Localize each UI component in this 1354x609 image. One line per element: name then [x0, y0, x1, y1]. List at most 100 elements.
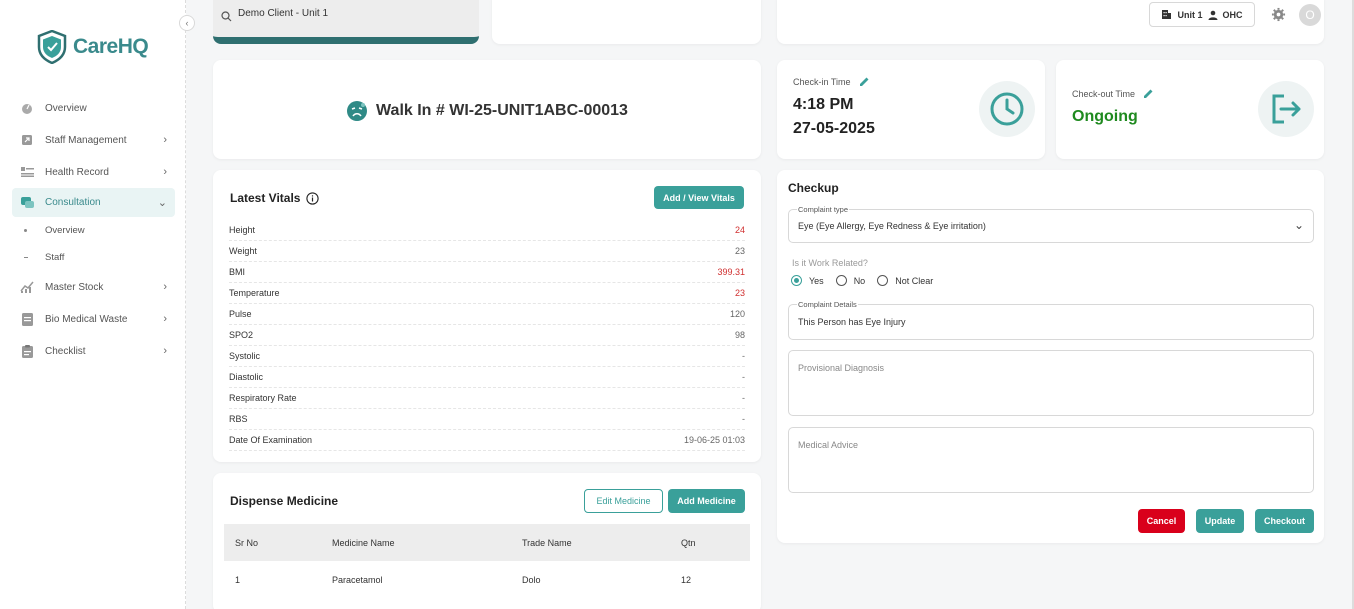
vital-value: 24 [734, 225, 745, 235]
vitals-title: Latest Vitals [230, 191, 320, 205]
sidebar-item-bio-medical-waste[interactable]: Bio Medical Waste › [12, 303, 175, 335]
checkin-card: Check-in Time 4:18 PM 27-05-2025 [777, 60, 1045, 159]
col-header-qty: Qtn [681, 538, 696, 548]
medicine-card: Dispense Medicine Edit Medicine Add Medi… [213, 473, 761, 609]
col-header-medicine: Medicine Name [332, 538, 395, 548]
vital-row: Height 24 [229, 220, 745, 241]
sidebar-collapse-button[interactable]: ‹ [179, 15, 195, 31]
shield-logo-icon [37, 30, 67, 64]
checkup-title: Checkup [788, 181, 839, 195]
settings-gear-icon[interactable] [1271, 7, 1286, 27]
unit-role-selector[interactable]: Unit 1 OHC [1149, 2, 1255, 27]
vital-label: RBS [229, 414, 248, 424]
cancel-button[interactable]: Cancel [1138, 509, 1185, 533]
radio-no-label: No [853, 275, 866, 286]
vital-value: 399.31 [717, 267, 745, 277]
edit-medicine-button[interactable]: Edit Medicine [584, 489, 663, 513]
col-header-trade: Trade Name [522, 538, 572, 548]
table-row: 1 Paracetamol Dolo 12 [224, 561, 750, 598]
vitals-card: Latest Vitals Add / View Vitals Height 24… [213, 170, 761, 462]
role-label: OHC [1222, 9, 1243, 20]
checkin-label-text: Check-in Time [793, 76, 851, 87]
radio-yes[interactable]: Yes [791, 275, 824, 286]
complaint-details-value: This Person has Eye Injury [798, 317, 906, 327]
checkup-card: Checkup Complaint type Eye (Eye Allergy,… [777, 170, 1324, 543]
radio-yes-label: Yes [809, 275, 824, 286]
provisional-diagnosis-placeholder: Provisional Diagnosis [798, 363, 885, 373]
unit-label: Unit 1 [1177, 9, 1203, 20]
exit-icon-circle [1258, 81, 1314, 137]
client-selector[interactable]: Demo Client - Unit 1 [213, 0, 479, 44]
radio-not-clear-circle [877, 275, 889, 286]
info-icon[interactable] [306, 191, 320, 205]
medicine-title: Dispense Medicine [230, 494, 339, 508]
update-button[interactable]: Update [1196, 509, 1244, 533]
edit-pencil-icon[interactable] [859, 76, 870, 87]
vitals-title-text: Latest Vitals [230, 191, 301, 205]
chevron-right-icon: › [163, 134, 167, 146]
edit-pencil-icon[interactable] [1143, 88, 1154, 99]
medicine-table-header: Sr No Medicine Name Trade Name Qtn [224, 524, 750, 561]
vital-value: 98 [734, 330, 745, 340]
vital-value: - [742, 393, 745, 403]
vital-label: SPO2 [229, 330, 254, 340]
add-medicine-button[interactable]: Add Medicine [668, 489, 745, 513]
chevron-right-icon: › [163, 281, 167, 293]
chevron-right-icon: › [163, 313, 167, 325]
radio-not-clear[interactable]: Not Clear [877, 275, 933, 286]
walkin-card: Walk In # WI-25-UNIT1ABC-00013 [213, 60, 761, 159]
sidebar-subitem-overview[interactable]: Overview [12, 217, 175, 244]
vital-value: 23 [734, 288, 745, 298]
radio-no[interactable]: No [835, 275, 866, 286]
chevron-right-icon: › [163, 166, 167, 178]
client-selector-value: Demo Client - Unit 1 [238, 8, 329, 19]
sidebar-item-health-record[interactable]: Health Record › [12, 156, 175, 188]
sidebar-item-overview[interactable]: Overview [12, 92, 175, 124]
vital-label: Date Of Examination [229, 435, 313, 445]
avatar[interactable]: O [1299, 4, 1321, 26]
sidebar-subitem-label: Staff [45, 252, 65, 263]
clock-icon-circle [979, 81, 1035, 137]
sidebar-item-consultation[interactable]: Consultation ⌄ [12, 188, 175, 217]
complaint-type-select[interactable]: Complaint type Eye (Eye Allergy, Eye Red… [788, 205, 1314, 243]
chevron-left-icon: ‹ [185, 18, 189, 28]
vital-value: 23 [734, 246, 745, 256]
vital-row: SPO2 98 [229, 325, 745, 346]
complaint-details-label: Complaint Details [797, 300, 858, 309]
vital-label: Height [229, 225, 256, 235]
bullet-icon [24, 229, 27, 232]
checkout-label-text: Check-out Time [1072, 88, 1136, 99]
walkin-title: Walk In # WI-25-UNIT1ABC-00013 [213, 100, 761, 122]
sidebar-item-master-stock[interactable]: Master Stock › [12, 271, 175, 303]
vital-label: Diastolic [229, 372, 264, 382]
complaint-type-label: Complaint type [797, 205, 850, 214]
sidebar-item-label: Consultation [45, 197, 101, 208]
vital-value: 19-06-25 01:03 [683, 435, 745, 445]
checkout-label: Check-out Time [1072, 88, 1154, 99]
building-icon [1162, 10, 1172, 19]
sidebar-item-checklist[interactable]: Checklist › [12, 335, 175, 367]
chevron-right-icon: › [163, 345, 167, 357]
add-view-vitals-button[interactable]: Add / View Vitals [654, 186, 744, 209]
sidebar-subitem-staff[interactable]: Staff [12, 244, 175, 271]
vital-row: Temperature 23 [229, 283, 745, 304]
sidebar-item-label: Health Record [45, 166, 109, 178]
medical-advice-field[interactable]: Medical Advice [788, 427, 1314, 493]
provisional-diagnosis-field[interactable]: Provisional Diagnosis [788, 350, 1314, 416]
checkout-button[interactable]: Checkout [1255, 509, 1314, 533]
brand-name: CareHQ [73, 35, 149, 58]
sidebar: CareHQ Overview Staff Management › Healt… [0, 0, 186, 609]
sidebar-item-staff-management[interactable]: Staff Management › [12, 124, 175, 156]
vital-row: Weight 23 [229, 241, 745, 262]
col-header-sr: Sr No [235, 538, 259, 548]
complaint-details-field[interactable]: Complaint Details This Person has Eye In… [788, 300, 1314, 340]
radio-yes-circle [791, 275, 802, 286]
vital-label: Systolic [229, 351, 261, 361]
radio-no-circle [835, 275, 847, 286]
vital-row: Respiratory Rate - [229, 388, 745, 409]
work-related-question: Is it Work Related? [792, 258, 868, 268]
search-icon [221, 9, 232, 27]
vital-value: 120 [729, 309, 745, 319]
vital-row: Date Of Examination 19-06-25 01:03 [229, 430, 745, 451]
cell-sr: 1 [235, 575, 241, 585]
